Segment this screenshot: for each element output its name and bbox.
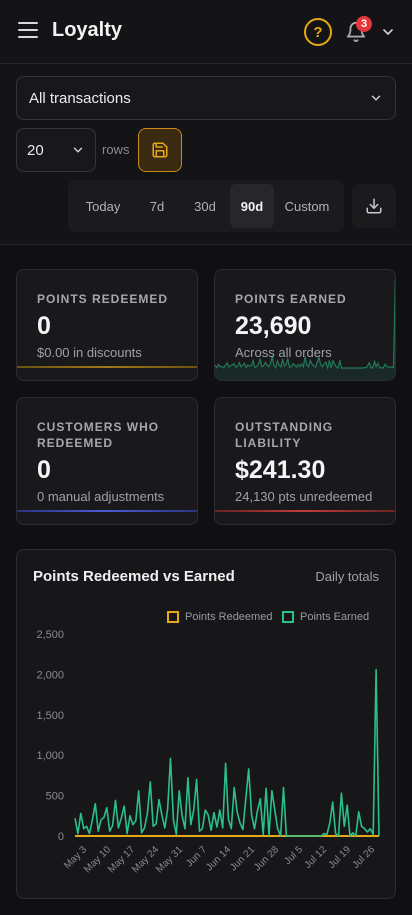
line-chart: 05001,0001,5002,0002,500May 3May 10May 1…	[36, 629, 380, 875]
y-tick-label: 1,500	[36, 710, 64, 722]
chevron-down-icon	[73, 147, 83, 153]
card-sub: Across all orders	[235, 345, 332, 360]
menu-icon[interactable]	[18, 22, 38, 40]
range-7d[interactable]: 7d	[134, 184, 180, 228]
save-button[interactable]	[138, 128, 182, 172]
save-icon	[152, 142, 168, 158]
top-bar: Loyalty ? 3	[0, 0, 412, 64]
series-earned-line	[74, 668, 380, 837]
range-custom[interactable]: Custom	[274, 184, 340, 228]
card-points-earned: POINTS EARNED 23,690 Across all orders	[214, 269, 396, 381]
x-tick-label: Jun 21	[228, 844, 257, 873]
help-icon[interactable]: ?	[304, 18, 332, 46]
card-sub: 24,130 pts unredeemed	[235, 489, 373, 504]
x-tick-label: Jun 14	[204, 844, 233, 873]
card-label: OUTSTANDING LIABILITY	[235, 420, 334, 450]
x-tick-label: May 31	[154, 844, 185, 875]
card-value: 0	[37, 456, 51, 484]
card-value: 0	[37, 312, 51, 340]
card-label: POINTS EARNED	[235, 292, 347, 306]
points-chart-card: Points Redeemed vs Earned Daily totals P…	[16, 549, 396, 899]
card-outstanding-liability: OUTSTANDING LIABILITY $241.30 24,130 pts…	[214, 397, 396, 525]
notification-badge: 3	[356, 16, 372, 32]
x-tick-label: Jul 12	[302, 844, 329, 871]
card-accent-line	[215, 510, 395, 512]
rows-per-page-value: 20	[27, 141, 44, 159]
card-label: POINTS REDEEMED	[37, 292, 169, 306]
transaction-filter-value: All transactions	[29, 89, 131, 107]
x-tick-label: Jun 28	[252, 844, 281, 873]
rows-per-page-select[interactable]: 20	[16, 128, 96, 172]
range-today[interactable]: Today	[72, 184, 134, 228]
range-30d[interactable]: 30d	[180, 184, 230, 228]
download-button[interactable]	[352, 184, 396, 228]
card-customers-redeemed: CUSTOMERS WHO REDEEMED 0 0 manual adjust…	[16, 397, 198, 525]
y-tick-label: 1,000	[36, 750, 64, 762]
card-points-redeemed: POINTS REDEEMED 0 $0.00 in discounts	[16, 269, 198, 381]
card-value: 23,690	[235, 312, 312, 340]
y-tick-label: 0	[58, 831, 64, 843]
card-accent-line	[17, 366, 197, 368]
rows-label: rows	[102, 142, 130, 157]
chevron-down-icon[interactable]	[380, 24, 396, 40]
y-tick-label: 500	[46, 791, 64, 803]
card-sub: $0.00 in discounts	[37, 345, 142, 360]
download-icon	[366, 198, 382, 214]
transaction-filter-select[interactable]: All transactions	[16, 76, 396, 120]
card-sub: 0 manual adjustments	[37, 489, 165, 504]
filters-panel: All transactions 20 rows Today 7d 30d 90…	[0, 64, 412, 245]
page-title: Loyalty	[52, 19, 123, 41]
card-label: CUSTOMERS WHO REDEEMED	[37, 420, 160, 450]
range-90d[interactable]: 90d	[230, 184, 274, 228]
x-tick-label: Jul 19	[326, 844, 353, 871]
chevron-down-icon	[371, 95, 381, 101]
x-tick-label: Jul 26	[350, 844, 377, 871]
y-tick-label: 2,500	[36, 629, 64, 641]
date-range-group: Today 7d 30d 90d Custom	[68, 180, 344, 232]
card-value: $241.30	[235, 456, 326, 484]
card-accent-line	[17, 510, 197, 512]
y-tick-label: 2,000	[36, 669, 64, 681]
